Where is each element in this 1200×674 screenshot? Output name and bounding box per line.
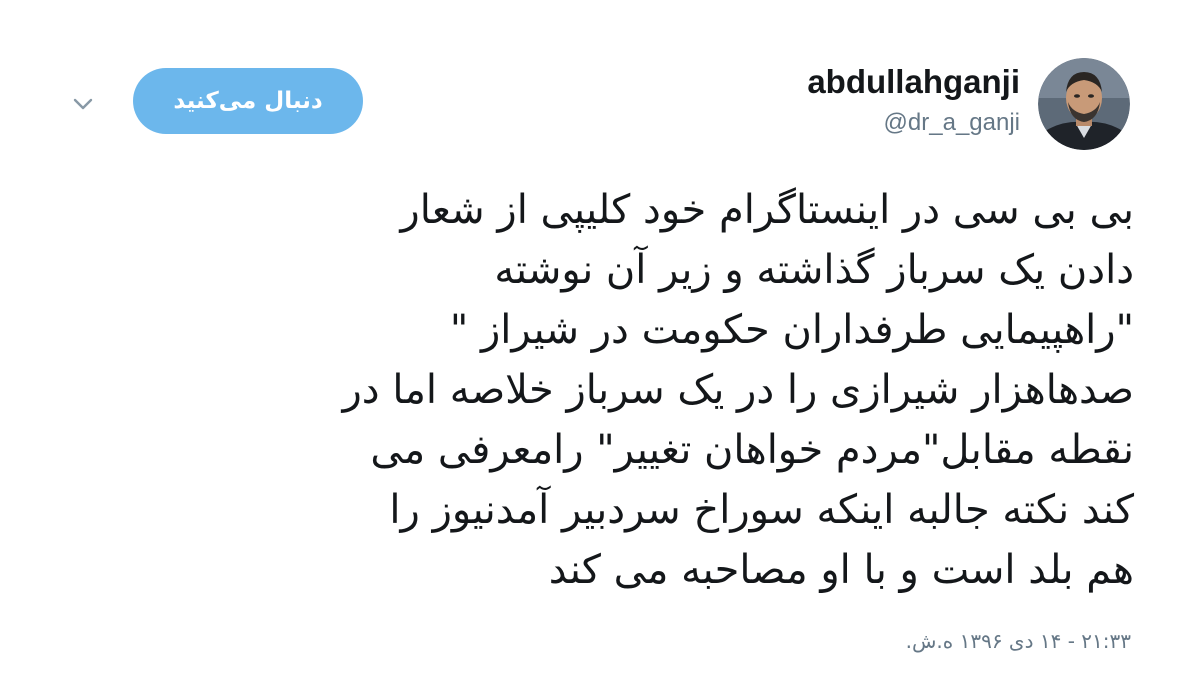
tweet-text: بی بی سی در اینستاگرام خود کلیپی از شعار… <box>64 180 1134 600</box>
user-info[interactable]: abdullahganji @dr_a_ganji <box>807 62 1020 138</box>
tweet-text-line: "راهپیمایی طرفداران حکومت در شیراز " <box>449 307 1134 353</box>
tweet-text-line: هم بلد است و با او مصاحبه می کند <box>548 547 1134 593</box>
avatar[interactable] <box>1038 58 1130 150</box>
tweet-timestamp[interactable]: ۲۱:۳۳ - ۱۴ دی ۱۳۹۶ ه.ش. <box>906 628 1131 654</box>
avatar-image <box>1038 58 1130 150</box>
tweet-card: دنبال می‌کنید abdullahganji @dr_a_ganji <box>0 0 1200 674</box>
tweet-text-line: دادن یک سرباز گذاشته و زیر آن نوشته <box>494 247 1134 293</box>
display-name[interactable]: abdullahganji <box>807 62 1020 102</box>
tweet-text-line: صدهاهزار شیرازی را در یک سرباز خلاصه اما… <box>342 367 1134 413</box>
tweet-text-line: کند نکته جالبه اینکه سوراخ سردبیر آمدنیو… <box>389 487 1134 533</box>
following-button[interactable]: دنبال می‌کنید <box>133 68 363 134</box>
tweet-text-line: بی بی سی در اینستاگرام خود کلیپی از شعار <box>400 187 1134 233</box>
chevron-down-icon <box>73 98 93 110</box>
user-handle[interactable]: @dr_a_ganji <box>807 108 1020 138</box>
tweet-text-line: نقطه مقابل"مردم خواهان تغییر" رامعرفی می <box>370 427 1134 473</box>
tweet-menu-button[interactable] <box>68 92 98 116</box>
